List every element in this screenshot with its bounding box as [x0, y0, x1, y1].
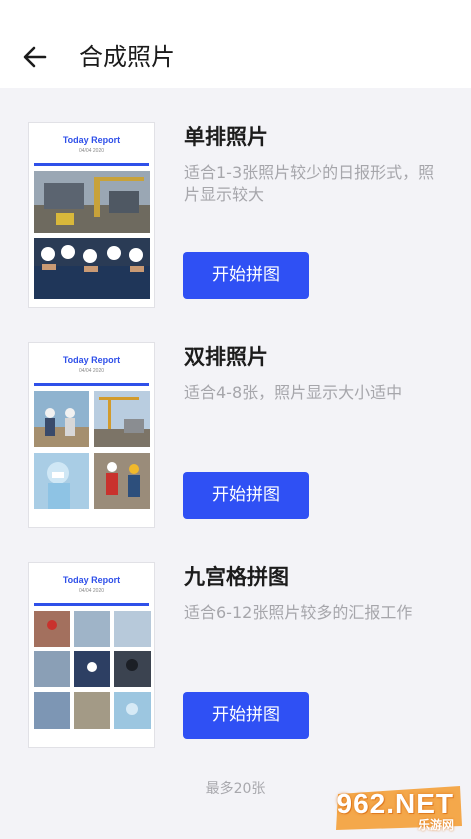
- report-divider: [34, 383, 149, 386]
- top-bar: 合成照片: [0, 0, 471, 88]
- report-date: 04/04 2020: [78, 588, 105, 594]
- photo-construction: [34, 171, 150, 233]
- card-description: 适合1-3张照片较少的日报形式，照片显示较大: [184, 163, 435, 204]
- photo-workers: [34, 238, 150, 299]
- watermark-logo: 962.NET 乐游网: [332, 782, 466, 832]
- start-collage-button[interactable]: 开始拼图: [183, 252, 309, 299]
- preview-thumbnail: Today Report 04/04 2020: [28, 122, 155, 308]
- report-title: Today Report: [62, 575, 121, 585]
- report-date: 04/04 2020: [78, 368, 105, 374]
- card-description: 适合4-8张，照片显示大小适中: [184, 383, 403, 402]
- start-collage-button[interactable]: 开始拼图: [183, 692, 309, 739]
- start-collage-button[interactable]: 开始拼图: [183, 472, 309, 519]
- photo-grid: [34, 611, 151, 729]
- report-divider: [34, 163, 149, 166]
- preview-thumbnail: Today Report 04/04 2020: [28, 342, 155, 528]
- card-title: 单排照片: [184, 125, 268, 149]
- card-title: 九宫格拼图: [184, 565, 289, 589]
- card-double-row: Today Report 04/04 2020 双排照片 适合4-8张，照片显示…: [0, 342, 471, 532]
- back-button[interactable]: [18, 40, 52, 74]
- photo-medical: [34, 453, 89, 509]
- preview-thumbnail: Today Report 04/04 2020: [28, 562, 155, 748]
- report-date: 04/04 2020: [78, 148, 105, 154]
- report-divider: [34, 603, 149, 606]
- photo-site-workers: [94, 453, 150, 509]
- card-nine-grid: Today Report 04/04 2020 九宫格拼图 适合6-12张照片较…: [0, 562, 471, 752]
- report-title: Today Report: [62, 135, 121, 145]
- report-title: Today Report: [62, 355, 121, 365]
- arrow-left-icon: [23, 46, 47, 68]
- card-description: 适合6-12张照片较多的汇报工作: [184, 603, 413, 622]
- card-single-row: Today Report 04/04 2020 单排照片 适合1-3张照片较少的…: [0, 122, 471, 312]
- photo-cranes: [94, 391, 150, 447]
- watermark-subtext: 乐游网: [417, 818, 454, 832]
- page-title: 合成照片: [79, 43, 175, 71]
- photo-engineers: [34, 391, 89, 447]
- card-title: 双排照片: [184, 345, 268, 369]
